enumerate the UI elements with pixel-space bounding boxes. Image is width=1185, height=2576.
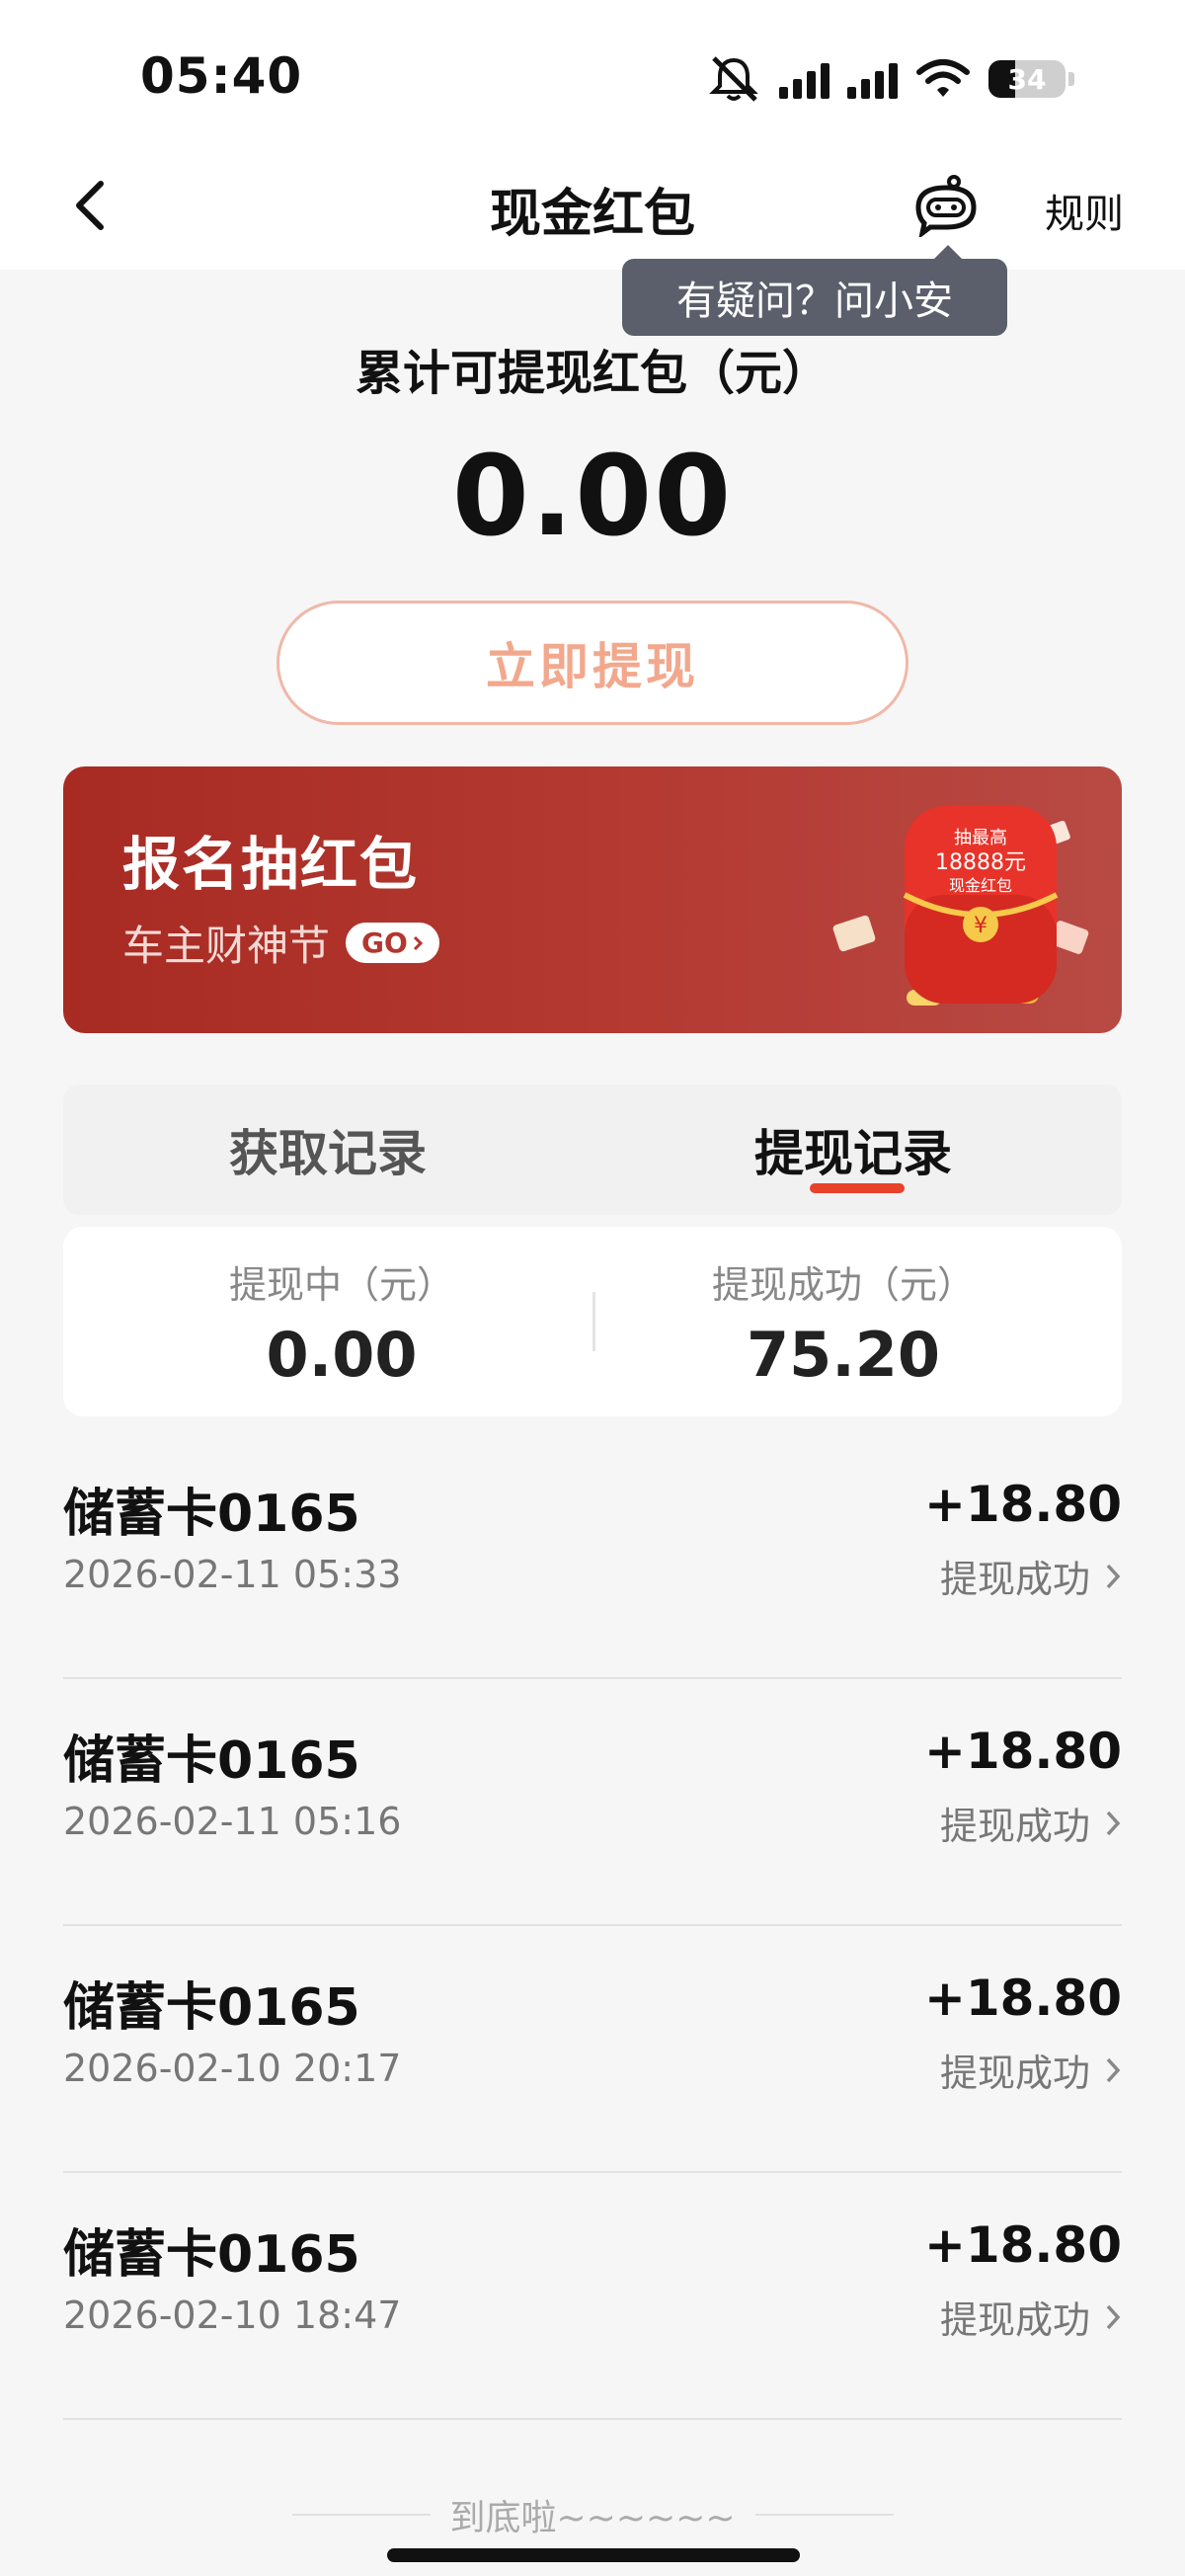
svg-text:¥: ¥ xyxy=(974,914,988,938)
home-indicator[interactable] xyxy=(387,2548,800,2562)
assistant-tooltip[interactable]: 有疑问？问小安 xyxy=(622,245,1007,336)
status-time: 05:40 xyxy=(140,47,303,105)
bell-muted-icon xyxy=(709,56,758,102)
assistant-button[interactable] xyxy=(910,174,982,239)
record-row[interactable]: 储蓄卡0165 2026-02-10 18:47 +18.80 提现成功 xyxy=(63,2173,1122,2420)
record-amount: +18.80 xyxy=(923,2216,1122,2274)
banner-subtitle: 车主财神节 xyxy=(122,922,331,970)
tab-withdraw-records[interactable]: 提现记录 xyxy=(754,1114,952,1185)
record-status[interactable]: 提现成功 xyxy=(940,1549,1122,1603)
chevron-right-icon xyxy=(1106,2057,1121,2082)
signal-2-icon xyxy=(847,59,898,99)
record-amount: +18.80 xyxy=(923,1723,1122,1780)
summary-label: 累计可提现红包（元） xyxy=(355,346,830,401)
stat-success: 提现成功（元） 75.20 xyxy=(596,1254,1090,1391)
page-title: 现金红包 xyxy=(489,185,695,244)
wifi-icon xyxy=(916,59,970,97)
active-tab-indicator xyxy=(810,1183,905,1193)
battery-icon: 34 xyxy=(988,60,1066,98)
chevron-right-icon xyxy=(413,935,423,950)
record-status-label: 提现成功 xyxy=(939,2298,1090,2342)
record-date: 2026-02-10 20:17 xyxy=(63,2047,402,2090)
summary-amount: 0.00 xyxy=(451,433,734,561)
record-card-name: 储蓄卡0165 xyxy=(63,1731,360,1791)
battery-level: 34 xyxy=(1007,62,1047,96)
record-date: 2026-02-11 05:33 xyxy=(63,1553,402,1596)
record-row[interactable]: 储蓄卡0165 2026-02-11 05:33 +18.80 提现成功 xyxy=(63,1432,1122,1679)
promo-banner[interactable]: 报名抽红包 车主财神节 GO ¥ 抽最高 18888元 现金红包 xyxy=(63,766,1122,1033)
record-amount: +18.80 xyxy=(923,1970,1122,2027)
divider xyxy=(754,2514,894,2516)
divider xyxy=(291,2514,431,2516)
record-status-label: 提现成功 xyxy=(939,2052,1090,2095)
tab-earn-records[interactable]: 获取记录 xyxy=(229,1114,427,1185)
record-status-label: 提现成功 xyxy=(939,1558,1090,1601)
chevron-right-icon xyxy=(1106,2304,1121,2329)
record-card-name: 储蓄卡0165 xyxy=(63,1978,360,2038)
record-tabs: 获取记录 提现记录 xyxy=(63,1085,1122,1215)
robot-assistant-icon xyxy=(915,175,977,239)
record-row[interactable]: 储蓄卡0165 2026-02-11 05:16 +18.80 提现成功 xyxy=(63,1679,1122,1926)
stat-success-label: 提现成功（元） xyxy=(711,1263,975,1307)
record-status[interactable]: 提现成功 xyxy=(940,2290,1122,2344)
art-line-2: 18888元 xyxy=(935,850,1026,875)
record-card-name: 储蓄卡0165 xyxy=(63,2225,360,2285)
stat-pending-value: 0.00 xyxy=(266,1319,418,1391)
art-line-1: 抽最高 xyxy=(954,828,1007,848)
chevron-right-icon xyxy=(1106,1564,1121,1588)
withdraw-stats: 提现中（元） 0.00 提现成功（元） 75.20 xyxy=(63,1227,1122,1416)
stat-pending: 提现中（元） 0.00 xyxy=(95,1254,589,1391)
stat-success-value: 75.20 xyxy=(746,1319,941,1391)
record-card-name: 储蓄卡0165 xyxy=(63,1485,360,1544)
status-icons: 34 xyxy=(706,49,1074,109)
go-label: GO xyxy=(361,926,408,959)
rules-link[interactable]: 规则 xyxy=(1045,182,1124,239)
signal-icon xyxy=(779,59,830,99)
art-line-3: 现金红包 xyxy=(949,876,1012,895)
record-date: 2026-02-10 18:47 xyxy=(63,2294,402,2337)
header-area: 05:40 34 现金红包 规则 xyxy=(0,0,1185,270)
end-text: 到底啦~~~~~~ xyxy=(449,2498,736,2538)
record-status-label: 提现成功 xyxy=(939,1805,1090,1848)
record-amount: +18.80 xyxy=(923,1476,1122,1533)
chevron-right-icon xyxy=(1106,1811,1121,1835)
banner-title: 报名抽红包 xyxy=(122,831,420,898)
withdraw-now-button[interactable]: 立即提现 xyxy=(276,601,908,725)
banner-subtitle-row: 车主财神节 GO xyxy=(122,913,439,973)
record-status[interactable]: 提现成功 xyxy=(940,2043,1122,2097)
go-button[interactable]: GO xyxy=(346,923,439,963)
red-envelope-illustration: ¥ 抽最高 18888元 现金红包 xyxy=(832,806,1089,1006)
record-status[interactable]: 提现成功 xyxy=(940,1796,1122,1850)
stat-pending-label: 提现中（元） xyxy=(228,1263,454,1307)
record-date: 2026-02-11 05:16 xyxy=(63,1800,402,1843)
record-row[interactable]: 储蓄卡0165 2026-02-10 20:17 +18.80 提现成功 xyxy=(63,1926,1122,2173)
stat-divider xyxy=(592,1292,595,1351)
end-of-list: 到底啦~~~~~~ xyxy=(0,2489,1185,2540)
